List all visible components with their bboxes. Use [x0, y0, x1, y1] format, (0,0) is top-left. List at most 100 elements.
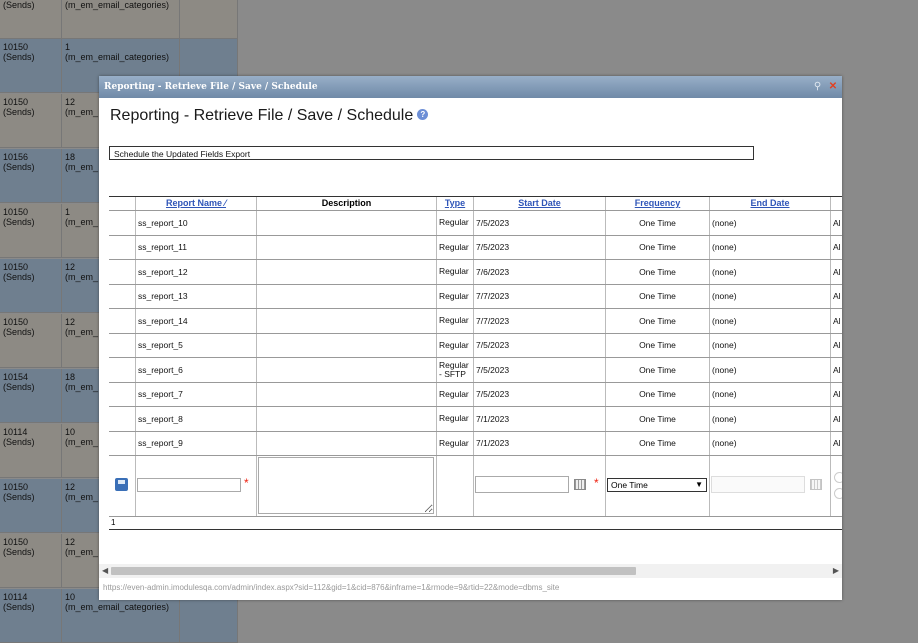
type-cell: Regular: [437, 284, 474, 308]
report-name-cell: ss_report_12: [136, 260, 257, 284]
table-row[interactable]: ss_report_9 Regular 7/1/2023 One Time (none)…: [109, 431, 842, 456]
report-name-cell: ss_report_8: [136, 407, 257, 431]
dialog-titlebar[interactable]: Reporting - Retrieve File / Save / Sched…: [99, 76, 842, 98]
table-row[interactable]: ss_report_5 Regular 7/5/2023 One Time (none)…: [109, 333, 842, 358]
report-name-input[interactable]: [137, 478, 241, 492]
end-date-cell: (none): [710, 309, 831, 333]
description-cell: [257, 284, 437, 308]
required-marker-date: *: [594, 476, 599, 490]
radio-option[interactable]: [834, 472, 842, 483]
new-row-description-cell: [257, 456, 437, 516]
extra-cell: Al: [833, 315, 841, 326]
report-dialog: Reporting - Retrieve File / Save / Sched…: [99, 76, 842, 600]
select-cell: [109, 407, 136, 431]
background-id-cell: 10150 (Sends): [0, 314, 62, 367]
type-cell: Regular - SFTP: [437, 358, 474, 382]
background-id-cell: 10150 (Sends): [0, 204, 62, 257]
type-cell: Regular: [437, 235, 474, 259]
start-date-cell: 7/1/2023: [474, 407, 606, 431]
new-row-save-cell: [109, 456, 136, 516]
header-extra: [831, 197, 842, 210]
start-date-input[interactable]: [475, 476, 569, 493]
save-icon[interactable]: [115, 478, 128, 491]
calendar-icon-disabled: [810, 479, 822, 490]
required-marker: *: [244, 476, 249, 490]
table-row[interactable]: ss_report_10 Regular 7/5/2023 One Time (none…: [109, 211, 842, 236]
extra-cell: Al: [833, 217, 841, 228]
table-row[interactable]: ss_report_6 Regular - SFTP 7/5/2023 One Tim…: [109, 358, 842, 383]
table-row[interactable]: ss_report_13 Regular 7/7/2023 One Time (none…: [109, 284, 842, 309]
pager[interactable]: 1: [109, 517, 842, 530]
start-date-cell: 7/5/2023: [474, 333, 606, 357]
scroll-left-icon[interactable]: ◀: [102, 566, 108, 575]
description-cell: [257, 235, 437, 259]
new-row-extra-cell: [831, 456, 842, 516]
extra-cell: Al: [833, 340, 841, 351]
end-date-cell: (none): [710, 284, 831, 308]
description-cell: [257, 333, 437, 357]
background-id-cell: 10150 (Sends): [0, 479, 62, 532]
scrollbar-thumb[interactable]: [111, 567, 636, 575]
status-url: https://even-admin.imodulesqa.com/admin/…: [103, 583, 560, 592]
header-type[interactable]: Type: [437, 197, 474, 210]
start-date-cell: 7/5/2023: [474, 358, 606, 382]
report-name-cell: ss_report_9: [136, 431, 257, 455]
dialog-title: Reporting - Retrieve File / Save / Sched…: [104, 82, 318, 92]
start-date-cell: 7/7/2023: [474, 309, 606, 333]
header-report-name[interactable]: Report Name ⁄: [136, 197, 257, 210]
select-cell: [109, 284, 136, 308]
type-cell: Regular: [437, 309, 474, 333]
select-cell: [109, 235, 136, 259]
end-date-input[interactable]: [711, 476, 805, 493]
radio-option[interactable]: [834, 488, 842, 499]
background-id-cell: 10150 (Sends): [0, 39, 62, 92]
type-cell: Regular: [437, 382, 474, 406]
description-cell: [257, 211, 437, 235]
select-cell: [109, 333, 136, 357]
horizontal-scrollbar[interactable]: ◀ ▶: [99, 564, 842, 578]
background-id-cell: 10156 (Sends): [0, 149, 62, 202]
header-frequency[interactable]: Frequency: [606, 197, 710, 210]
report-name-cell: ss_report_6: [136, 358, 257, 382]
start-date-cell: 7/5/2023: [474, 235, 606, 259]
header-end-date[interactable]: End Date: [710, 197, 831, 210]
background-category-cell: (m_em_email_categories): [62, 0, 180, 38]
table-row[interactable]: ss_report_11 Regular 7/5/2023 One Time (none…: [109, 235, 842, 260]
page-title-text: Reporting - Retrieve File / Save / Sched…: [110, 107, 414, 124]
report-name-cell: ss_report_5: [136, 333, 257, 357]
background-id-cell: 10114 (Sends): [0, 589, 62, 642]
extra-cell: Al: [833, 389, 841, 400]
end-date-cell: (none): [710, 431, 831, 455]
header-start-date[interactable]: Start Date: [474, 197, 606, 210]
select-cell: [109, 358, 136, 382]
type-cell: Regular: [437, 211, 474, 235]
frequency-select[interactable]: One Time ▼: [607, 478, 707, 492]
table-row[interactable]: ss_report_7 Regular 7/5/2023 One Time (none)…: [109, 382, 842, 407]
pin-icon[interactable]: ⚲: [812, 82, 822, 92]
frequency-cell: One Time: [606, 358, 710, 382]
end-date-cell: (none): [710, 260, 831, 284]
table-row[interactable]: ss_report_12 Regular 7/6/2023 One Time (none…: [109, 260, 842, 285]
description-input[interactable]: [258, 457, 434, 514]
header-select: [109, 197, 136, 210]
table-row[interactable]: ss_report_8 Regular 7/1/2023 One Time (none)…: [109, 407, 842, 432]
start-date-cell: 7/5/2023: [474, 382, 606, 406]
grid-header-row: Report Name ⁄ Description Type Start Dat…: [109, 197, 842, 211]
type-cell: Regular: [437, 260, 474, 284]
frequency-cell: One Time: [606, 382, 710, 406]
extra-cell: Al: [833, 242, 841, 253]
close-icon[interactable]: ✕: [828, 82, 838, 92]
frequency-cell: One Time: [606, 333, 710, 357]
calendar-icon[interactable]: [574, 479, 586, 490]
new-report-row: * * One Time ▼: [109, 456, 842, 517]
page-title: Reporting - Retrieve File / Save / Sched…: [110, 107, 429, 125]
end-date-cell: (none): [710, 235, 831, 259]
header-description: Description: [257, 197, 437, 210]
chevron-down-icon: ▼: [695, 480, 703, 489]
report-name-cell: ss_report_13: [136, 284, 257, 308]
help-icon[interactable]: ?: [417, 109, 429, 120]
start-date-cell: 7/5/2023: [474, 211, 606, 235]
table-row[interactable]: ss_report_14 Regular 7/7/2023 One Time (none…: [109, 309, 842, 334]
select-cell: [109, 211, 136, 235]
scroll-right-icon[interactable]: ▶: [833, 566, 839, 575]
